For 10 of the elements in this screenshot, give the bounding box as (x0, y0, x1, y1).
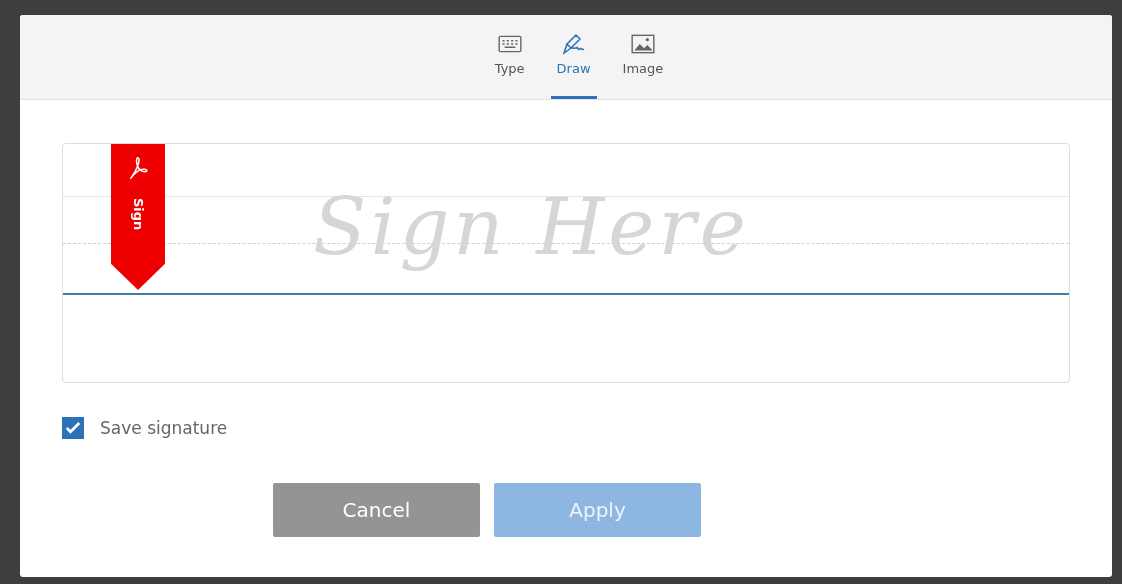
checkbox[interactable] (62, 417, 84, 439)
checkbox-label: Save signature (100, 418, 228, 438)
tab[interactable]: Draw (550, 29, 597, 99)
pen-icon (560, 33, 587, 55)
flag-label: Sign (130, 198, 146, 231)
image-icon (629, 33, 656, 55)
tab[interactable]: Image (616, 29, 670, 99)
cancel-button[interactable]: Cancel (273, 483, 480, 537)
tab[interactable]: Type (488, 29, 531, 99)
keyboard-icon (496, 33, 523, 55)
